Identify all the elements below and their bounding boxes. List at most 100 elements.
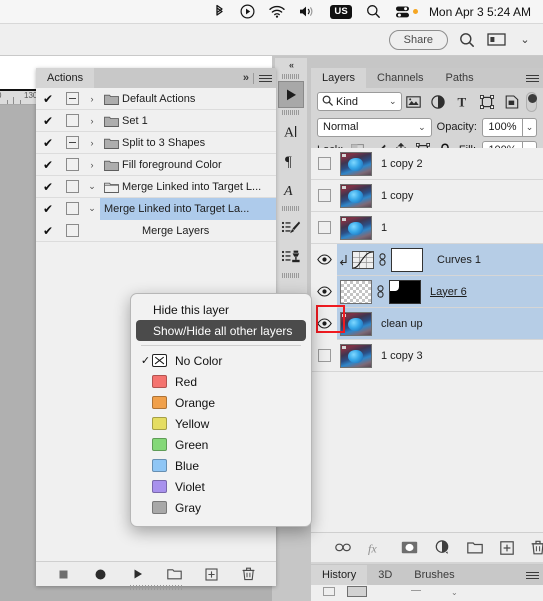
delete-layer-icon[interactable] (531, 539, 543, 556)
layer-thumbnail[interactable] (340, 215, 372, 240)
menubar-clock[interactable]: Mon Apr 3 5:24 AM (425, 5, 535, 19)
layer-name[interactable]: 1 copy 3 (381, 350, 423, 362)
input-source-indicator[interactable]: US (323, 0, 359, 24)
layer-visibility-toggle[interactable] (311, 148, 337, 180)
pixel-filter-icon[interactable] (402, 91, 427, 113)
layer-visibility-toggle[interactable] (311, 180, 337, 212)
layer-row-1-copy-2[interactable]: 1 copy 2 (311, 148, 543, 180)
layer-visibility-toggle[interactable] (311, 243, 337, 276)
menu-item-color-blue[interactable]: Blue (131, 455, 311, 476)
share-button[interactable]: Share (388, 29, 448, 50)
play-icon[interactable] (130, 567, 145, 582)
tab-paths[interactable]: Paths (434, 68, 485, 88)
layers-list[interactable]: 1 copy 2 1 copy 1 Curves 1 Layer 6 clean… (311, 148, 543, 532)
chevron-down-icon[interactable]: ⌄ (389, 96, 397, 107)
menu-item-color-gray[interactable]: Gray (131, 497, 311, 518)
layer-row-1-copy[interactable]: 1 copy (311, 180, 543, 212)
opacity-input[interactable]: 100% (482, 117, 523, 137)
menu-item-color-violet[interactable]: Violet (131, 476, 311, 497)
layer-filter-kind-select[interactable]: Kind ⌄ (317, 92, 402, 111)
chevron-down-icon[interactable]: ⌄ (84, 197, 100, 220)
chevron-right-icon[interactable]: › (84, 138, 100, 148)
layer-thumbnail[interactable] (340, 183, 372, 208)
action-dialog-toggle[interactable] (60, 92, 84, 105)
chevron-down-icon[interactable]: ⌄ (84, 181, 100, 192)
toolbar-chevron-down-icon[interactable]: ⌄ (515, 30, 535, 50)
layer-visibility-toggle[interactable] (311, 212, 337, 244)
spotlight-search-icon[interactable] (359, 0, 388, 24)
action-dialog-toggle[interactable] (60, 136, 84, 149)
layer-mask-thumbnail[interactable] (391, 247, 423, 272)
chevron-down-icon[interactable]: ⌄ (418, 122, 426, 133)
link-layers-icon[interactable] (335, 539, 351, 556)
tab-channels[interactable]: Channels (366, 68, 435, 88)
action-dialog-toggle[interactable] (60, 114, 84, 127)
layer-row-1-copy-3[interactable]: 1 copy 3 (311, 340, 543, 372)
actions-panel-menu-icon[interactable] (259, 74, 272, 82)
layer-visibility-toggle[interactable] (311, 307, 337, 340)
stop-icon[interactable] (56, 567, 71, 582)
smartobject-filter-icon[interactable] (500, 91, 525, 113)
double-chevron-right-icon[interactable]: » (243, 72, 249, 84)
delete-icon[interactable] (241, 567, 256, 582)
layer-thumbnail[interactable] (340, 151, 372, 176)
new-set-icon[interactable] (167, 567, 182, 582)
history-chevron-icon[interactable]: ⌄ (451, 588, 458, 597)
history-panel-menu-icon[interactable] (526, 571, 539, 579)
curves-adjustment-icon[interactable] (352, 250, 374, 269)
layer-mask-thumbnail[interactable] (389, 279, 421, 304)
volume-icon[interactable] (292, 0, 323, 24)
new-action-icon[interactable] (204, 567, 219, 582)
menu-item-color-green[interactable]: Green (131, 434, 311, 455)
chevron-right-icon[interactable]: › (84, 160, 100, 170)
shape-filter-icon[interactable] (475, 91, 500, 113)
layer-name[interactable]: 1 copy (381, 190, 413, 202)
tool-script-type[interactable]: A (275, 175, 307, 204)
layer-visibility-toggle[interactable] (311, 275, 337, 308)
tab-brushes[interactable]: Brushes (403, 565, 466, 585)
menu-item-color-no-color[interactable]: ✓ No Color (131, 350, 311, 371)
chevron-right-icon[interactable]: › (84, 94, 100, 104)
actions-row-merge-linked-action[interactable]: ✔ ⌄ Merge Linked into Target La... (36, 197, 276, 220)
menu-item-hide-this-layer[interactable]: Hide this layer (131, 299, 311, 320)
tool-type[interactable]: A (275, 117, 307, 146)
layer-name[interactable]: 1 (381, 222, 387, 234)
panel-resize-grip[interactable] (36, 584, 276, 590)
control-center-play-icon[interactable] (233, 0, 262, 24)
tab-actions[interactable]: Actions (36, 68, 95, 88)
layer-visibility-toggle[interactable] (311, 340, 337, 372)
layer-name[interactable]: Layer 6 (430, 286, 467, 298)
layer-name[interactable]: clean up (381, 318, 423, 330)
history-list[interactable]: ⌄ (311, 585, 543, 601)
wifi-icon[interactable] (262, 0, 292, 24)
new-layer-icon[interactable] (500, 539, 514, 556)
layer-row-curves-1[interactable]: Curves 1 (311, 243, 543, 276)
blend-mode-select[interactable]: Normal ⌄ (317, 117, 432, 137)
actions-row-set-1[interactable]: ✔ › Set 1 (36, 110, 276, 132)
tool-clone-stamp[interactable] (275, 242, 307, 271)
adjustment-layer-icon[interactable] (435, 539, 450, 556)
tab-layers[interactable]: Layers (311, 68, 367, 88)
mask-link-icon[interactable] (374, 285, 387, 298)
layer-thumbnail[interactable] (340, 311, 372, 336)
tools-collapse-icon[interactable]: « (275, 58, 307, 72)
layer-row-1[interactable]: 1 (311, 212, 543, 244)
action-dialog-toggle[interactable] (60, 224, 84, 237)
history-state-box[interactable] (323, 587, 335, 596)
actions-row-merge-linked-set[interactable]: ✔ ⌄ Merge Linked into Target L... (36, 176, 276, 198)
layer-thumbnail[interactable] (340, 343, 372, 368)
bluetooth-icon[interactable] (206, 0, 233, 24)
menu-item-show-hide-all-other-layers[interactable]: Show/Hide all other layers (136, 320, 306, 341)
workspace-layout-icon[interactable] (486, 30, 506, 50)
tab-3d[interactable]: 3D (367, 565, 404, 585)
type-filter-icon[interactable]: T (451, 91, 476, 113)
layer-mask-icon[interactable] (401, 539, 418, 556)
toolbar-search-icon[interactable] (457, 30, 477, 50)
tool-move[interactable] (278, 81, 304, 108)
layer-row-clean-up[interactable]: clean up (311, 307, 543, 340)
adjustment-filter-icon[interactable] (426, 91, 451, 113)
actions-row-fill-foreground-color[interactable]: ✔ › Fill foreground Color (36, 154, 276, 176)
action-enabled-check[interactable]: ✔ (36, 92, 60, 106)
layer-row-layer-6[interactable]: Layer 6 (311, 275, 543, 308)
layer-thumbnail[interactable] (340, 279, 372, 304)
